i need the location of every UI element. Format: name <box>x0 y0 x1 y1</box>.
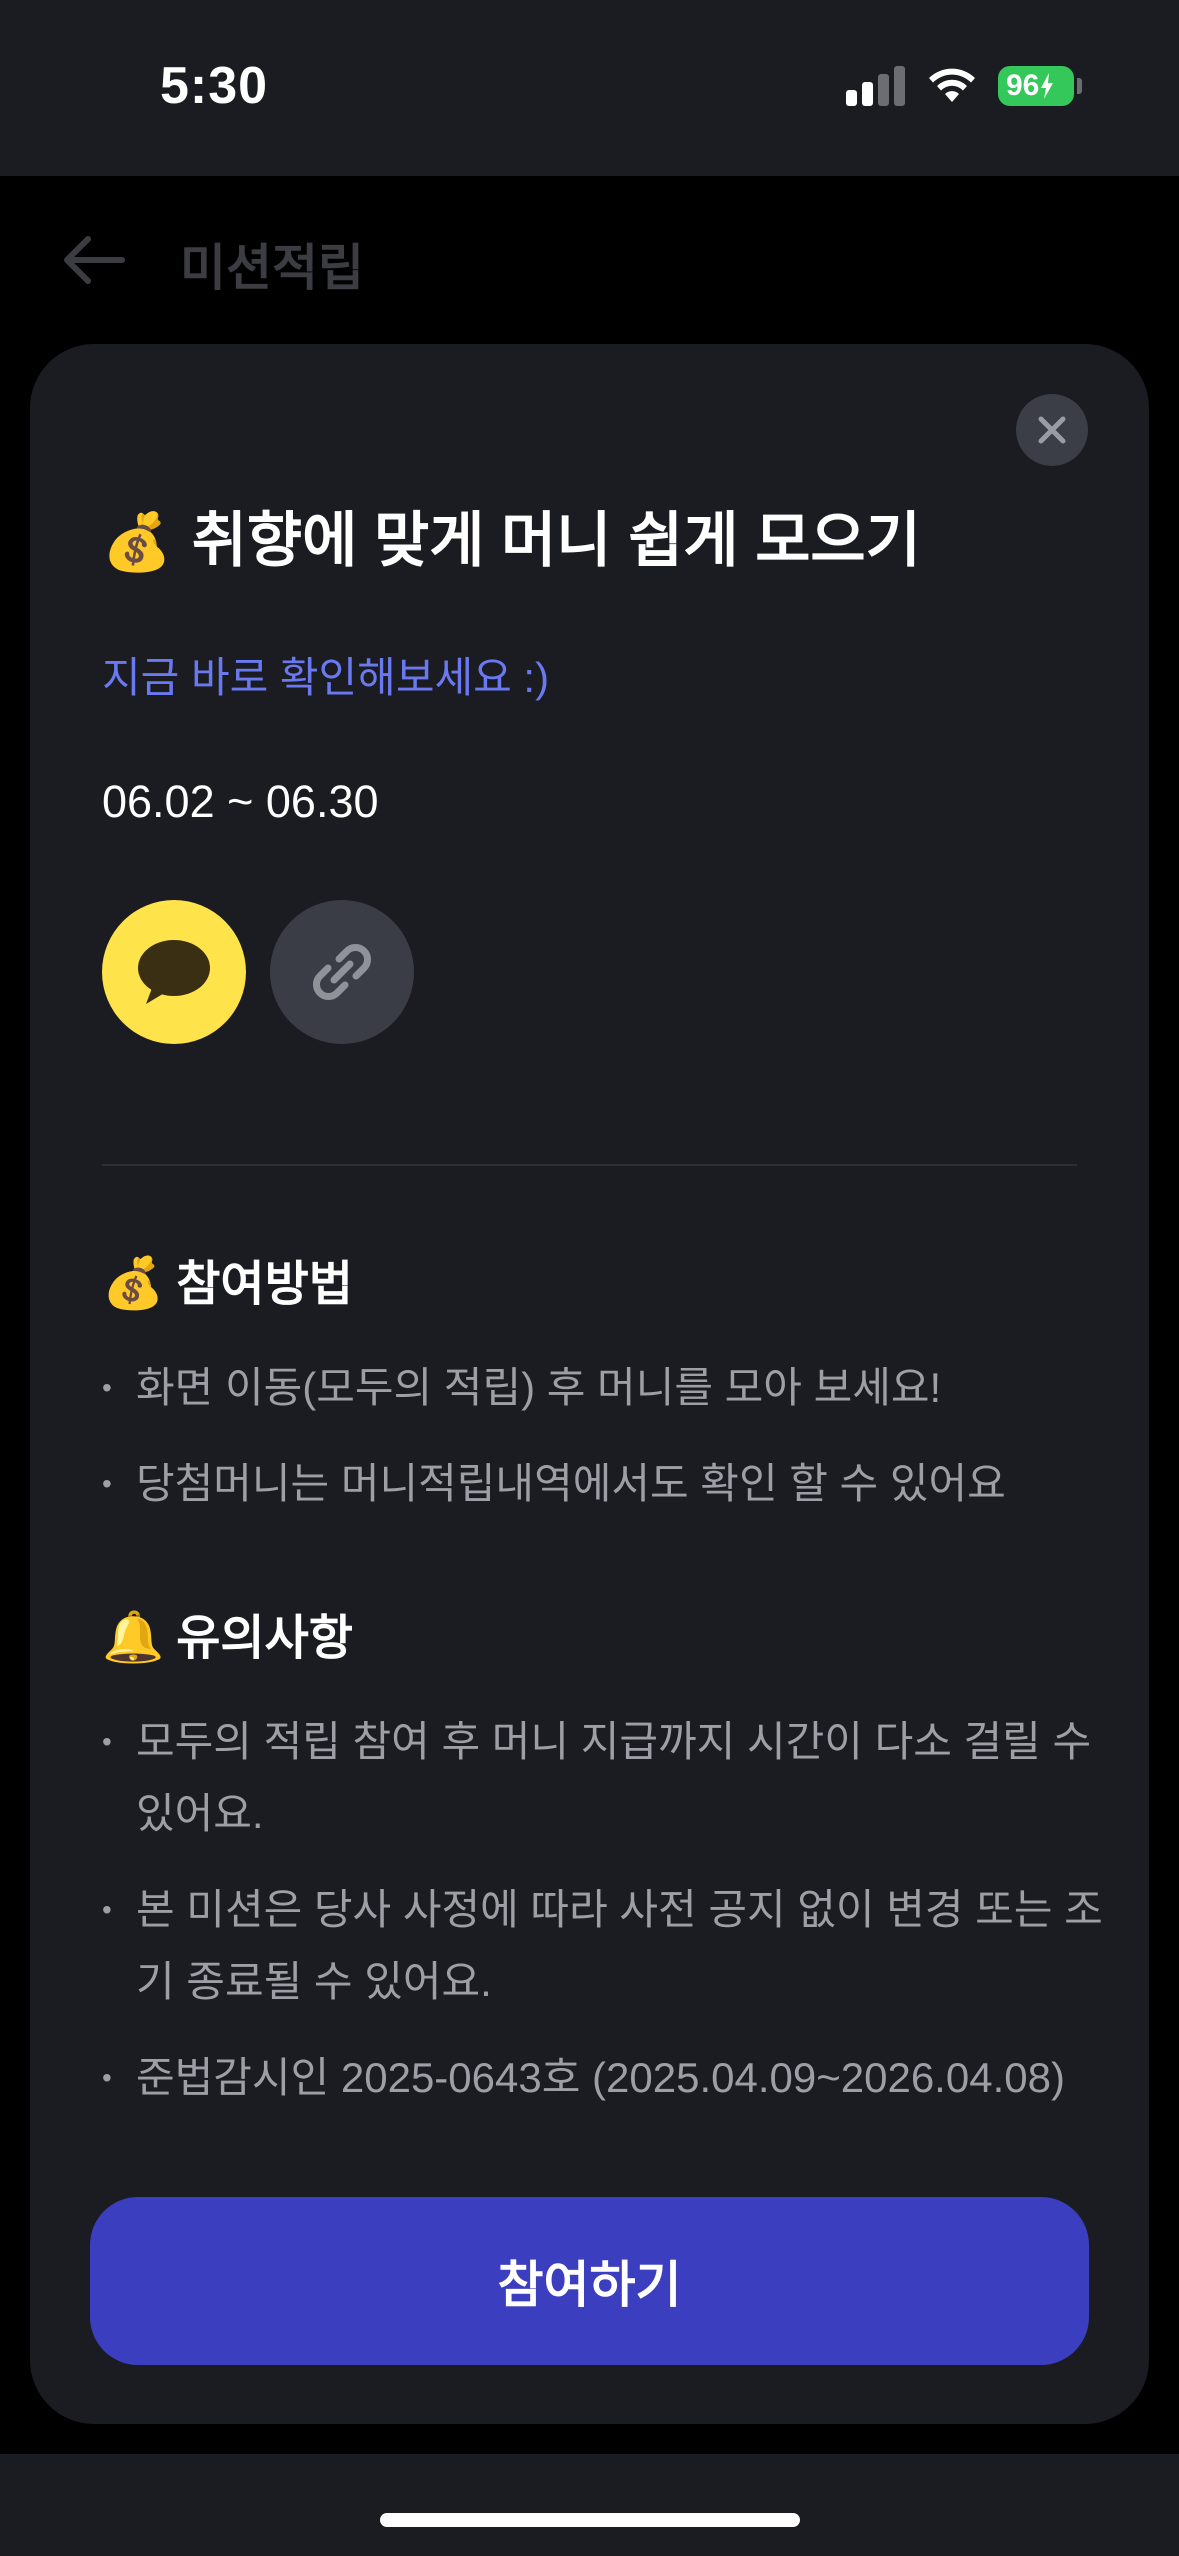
link-chain-icon <box>313 944 371 1000</box>
list-item: 본 미션은 당사 사정에 따라 사전 공지 없이 변경 또는 조기 종료될 수 … <box>102 1874 1112 2018</box>
battery-indicator: 96 <box>998 66 1074 106</box>
close-icon <box>1038 416 1066 444</box>
money-bag-icon: 💰 <box>102 1255 165 1311</box>
wifi-icon <box>929 68 975 102</box>
list-item: 화면 이동(모두의 적립) 후 머니를 모아 보세요! <box>102 1352 1112 1424</box>
money-bag-icon: 💰 <box>102 510 172 573</box>
how-to-title-text: 참여방법 <box>176 1258 353 1311</box>
modal-title: 💰 취향에 맞게 머니 쉽게 모으기 <box>102 492 921 579</box>
charging-bolt-icon <box>1041 73 1054 99</box>
list-item: 준법감시인 2025-0643호 (2025.04.09~2026.04.08) <box>102 2042 1112 2114</box>
join-button[interactable]: 참여하기 <box>90 2197 1089 2365</box>
mission-period: 06.02 ~ 06.30 <box>102 776 379 827</box>
cellular-signal-icon <box>846 66 906 106</box>
back-arrow-icon[interactable] <box>62 235 126 285</box>
list-item: 모두의 적립 참여 후 머니 지급까지 시간이 다소 걸릴 수 있어요. <box>102 1706 1112 1850</box>
modal-title-text: 취향에 맞게 머니 쉽게 모으기 <box>191 507 921 574</box>
notice-title: 🔔 유의사항 <box>102 1598 353 1668</box>
share-kakao-button[interactable] <box>102 900 246 1044</box>
how-to-list: 화면 이동(모두의 적립) 후 머니를 모아 보세요! 당첨머니는 머니적립내역… <box>102 1352 1112 1544</box>
how-to-title: 💰 참여방법 <box>102 1244 353 1314</box>
list-item: 당첨머니는 머니적립내역에서도 확인 할 수 있어요 <box>102 1448 1112 1520</box>
status-bar: 5:30 96 <box>0 0 1179 176</box>
divider <box>102 1164 1077 1166</box>
home-indicator[interactable] <box>380 2513 800 2527</box>
mission-modal: 💰 취향에 맞게 머니 쉽게 모으기 지금 바로 확인해보세요 :) 06.02 … <box>30 344 1149 2424</box>
close-button[interactable] <box>1016 394 1088 466</box>
battery-level: 96 <box>1006 69 1040 102</box>
page-title: 미션적립 <box>180 240 364 296</box>
status-time: 5:30 <box>160 57 269 115</box>
battery-cap <box>1077 78 1082 94</box>
bell-icon: 🔔 <box>102 1609 165 1665</box>
kakao-speech-bubble-icon <box>138 940 210 1004</box>
notice-list: 모두의 적립 참여 후 머니 지급까지 시간이 다소 걸릴 수 있어요. 본 미… <box>102 1706 1112 2138</box>
page-header <box>0 176 1179 346</box>
copy-link-button[interactable] <box>270 900 414 1044</box>
modal-subtitle: 지금 바로 확인해보세요 :) <box>102 654 550 701</box>
notice-title-text: 유의사항 <box>176 1612 353 1665</box>
